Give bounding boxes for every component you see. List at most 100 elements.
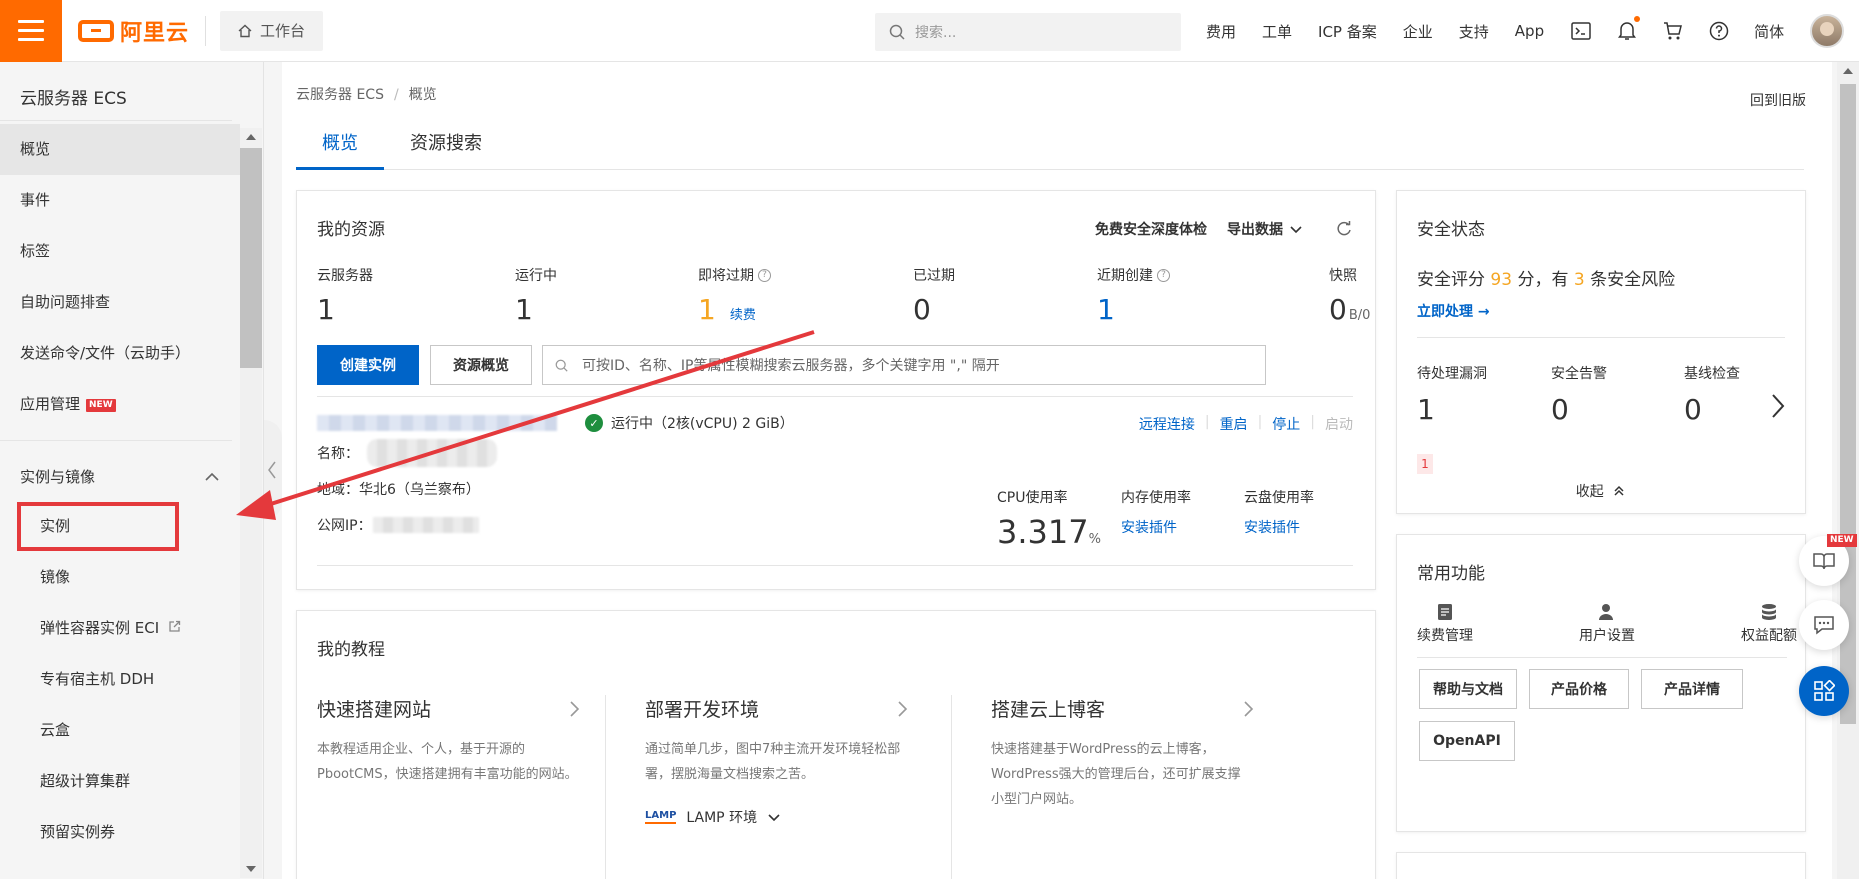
resource-overview-button[interactable]: 资源概览 (430, 345, 532, 385)
nav-enterprise[interactable]: 企业 (1403, 21, 1433, 42)
workbench-button[interactable]: 工作台 (220, 10, 324, 51)
annotation-highlight-box (17, 502, 179, 551)
renew-link[interactable]: 续费 (730, 304, 756, 323)
nav-app[interactable]: App (1515, 22, 1544, 40)
breadcrumb-item[interactable]: 云服务器 ECS (296, 87, 384, 103)
terminal-icon[interactable] (1570, 20, 1592, 42)
workbench-label: 工作台 (260, 22, 306, 40)
brand-logo[interactable]: 阿里云 (78, 15, 189, 47)
language-switch[interactable]: 简体 (1754, 21, 1784, 42)
sidebar-item-ddh[interactable]: 专有宿主机 DDH (0, 654, 240, 705)
sidebar-item-troubleshoot[interactable]: 自助问题排查 (0, 277, 240, 328)
sidebar-item-scc[interactable]: 超级计算集群 (0, 756, 240, 807)
scroll-up-icon[interactable] (1843, 68, 1853, 74)
install-plugin-link[interactable]: 安装插件 (1244, 517, 1314, 537)
bell-icon[interactable] (1616, 16, 1641, 42)
global-search[interactable]: 搜索... (875, 13, 1181, 51)
instance-ip-redacted (373, 517, 479, 533)
vuln-severity-badge: 1 (1417, 454, 1433, 474)
stat-total-servers[interactable]: 云服务器 1 (317, 265, 373, 326)
stat-recently-created[interactable]: 近期创建? 1 (1097, 265, 1170, 326)
instance-status: ✓ 运行中（2核(vCPU) 2 GiB） (585, 413, 794, 433)
sidebar-scrollbar[interactable] (240, 128, 262, 878)
refresh-icon[interactable] (1335, 220, 1353, 238)
sidebar-collapse-handle[interactable] (264, 420, 282, 520)
create-instance-button[interactable]: 创建实例 (317, 345, 419, 385)
sidebar-title: 云服务器 ECS (20, 89, 127, 109)
chevron-right-icon[interactable] (1769, 391, 1787, 421)
nav-support[interactable]: 支持 (1459, 21, 1489, 42)
product-details-button[interactable]: 产品详情 (1641, 669, 1743, 709)
product-pricing-button[interactable]: 产品价格 (1529, 669, 1629, 709)
nav-icp[interactable]: ICP 备案 (1318, 21, 1377, 42)
scrollbar-thumb[interactable] (240, 148, 262, 368)
sidebar-group-label: 实例与镜像 (20, 468, 96, 486)
stat-expiring[interactable]: 即将过期? 1 续费 (698, 265, 771, 326)
restart-link[interactable]: 重启 (1220, 414, 1248, 434)
back-to-old-version-link[interactable]: 回到旧版 (1750, 90, 1806, 110)
chevron-left-icon (268, 461, 276, 479)
nav-tickets[interactable]: 工单 (1262, 21, 1292, 42)
sidebar-group-instances-images[interactable]: 实例与镜像 (0, 454, 232, 500)
tab-overview[interactable]: 概览 (296, 122, 384, 170)
user-gear-icon (1599, 604, 1613, 620)
check-circle-icon: ✓ (585, 414, 603, 432)
sidebar-item-images[interactable]: 镜像 (0, 552, 240, 603)
sidebar-item-events[interactable]: 事件 (0, 175, 240, 226)
common-features-card: 常用功能 续费管理 用户设置 权益配额 帮助与文档 产品价格 产品详情 Open… (1396, 534, 1806, 832)
tutorial-build-blog[interactable]: 搭建云上博客 快速搭建基于WordPress的云上博客，WordPress强大的… (971, 681, 1261, 879)
install-plugin-link[interactable]: 安装插件 (1121, 517, 1191, 537)
scroll-up-icon[interactable] (246, 134, 256, 140)
sidebar-item-app-management[interactable]: 应用管理 NEW (0, 379, 240, 430)
instance-actions: 远程连接 | 重启 | 停止 | 启动 (1138, 414, 1353, 434)
stop-link[interactable]: 停止 (1272, 414, 1300, 434)
export-data-dropdown[interactable]: 导出数据 (1227, 219, 1303, 239)
help-docs-button[interactable]: 帮助与文档 (1419, 669, 1517, 709)
instance-search-input[interactable]: 可按ID、名称、IP等属性模糊搜索云服务器，多个关键字用 "," 隔开 (542, 345, 1266, 385)
tutorial-dev-environment[interactable]: 部署开发环境 通过简单几步，图中7种主流开发环境轻松部署，摆脱海量文档搜索之苦。… (625, 681, 915, 879)
sidebar-item-cloud-assistant[interactable]: 发送命令/文件（云助手） (0, 328, 240, 379)
sidebar-item-cloud-box[interactable]: 云盒 (0, 705, 240, 756)
sidebar-item-tags[interactable]: 标签 (0, 226, 240, 277)
cpu-usage-metric: CPU使用率 3.317% (997, 490, 1101, 551)
collapse-button[interactable]: 收起 (1397, 481, 1805, 501)
page-scrollbar[interactable] (1837, 62, 1859, 879)
stat-security-alerts[interactable]: 安全告警 0 (1551, 363, 1607, 426)
stat-pending-vulns[interactable]: 待处理漏洞 1 (1417, 363, 1487, 426)
apps-float-button[interactable] (1799, 666, 1849, 716)
env-select-dropdown[interactable]: LAMP LAMP 环境 (645, 807, 781, 827)
stat-snapshots[interactable]: 快照 0 B/0 (1329, 265, 1370, 326)
handle-now-link[interactable]: 立即处理 → (1417, 301, 1490, 321)
scroll-down-icon[interactable] (246, 866, 256, 872)
aliyun-logo-icon (78, 19, 114, 42)
user-settings-button[interactable]: 用户设置 (1579, 603, 1635, 645)
user-avatar[interactable] (1810, 14, 1845, 48)
stat-baseline-check[interactable]: 基线检查 0 (1684, 363, 1740, 426)
cart-icon[interactable] (1662, 20, 1684, 42)
stat-running[interactable]: 运行中 1 (515, 265, 557, 326)
nav-fees[interactable]: 费用 (1206, 21, 1236, 42)
free-security-check-link[interactable]: 免费安全深度体检 (1095, 219, 1207, 239)
question-icon[interactable]: ? (758, 268, 771, 282)
chat-float-button[interactable] (1799, 600, 1849, 650)
remote-connect-link[interactable]: 远程连接 (1139, 414, 1195, 434)
sidebar-item-reserved-instances[interactable]: 预留实例券 (0, 807, 240, 858)
sidebar-item-eci[interactable]: 弹性容器实例 ECI (0, 603, 240, 654)
document-icon (1438, 604, 1452, 620)
question-icon[interactable]: ? (1157, 268, 1170, 282)
security-score: 93 (1490, 270, 1513, 290)
renewal-management-button[interactable]: 续费管理 (1417, 603, 1473, 645)
notification-dot (1634, 16, 1641, 22)
tutorial-build-website[interactable]: 快速搭建网站 本教程适用企业、个人，基于开源的PbootCMS，快速搭建拥有丰富… (297, 681, 587, 879)
stat-expired[interactable]: 已过期 0 (913, 265, 955, 326)
apps-grid-icon (1814, 680, 1835, 701)
disk-usage-metric: 云盘使用率 安装插件 (1244, 490, 1314, 537)
instance-id-redacted[interactable] (317, 415, 557, 431)
sidebar-item-overview[interactable]: 概览 (0, 124, 240, 175)
double-chevron-up-icon (1614, 485, 1624, 496)
quota-button[interactable]: 权益配额 (1741, 603, 1797, 645)
tab-resource-search[interactable]: 资源搜索 (384, 122, 508, 170)
help-icon[interactable] (1708, 20, 1730, 42)
menu-icon[interactable] (0, 0, 62, 62)
openapi-button[interactable]: OpenAPI (1419, 721, 1515, 761)
